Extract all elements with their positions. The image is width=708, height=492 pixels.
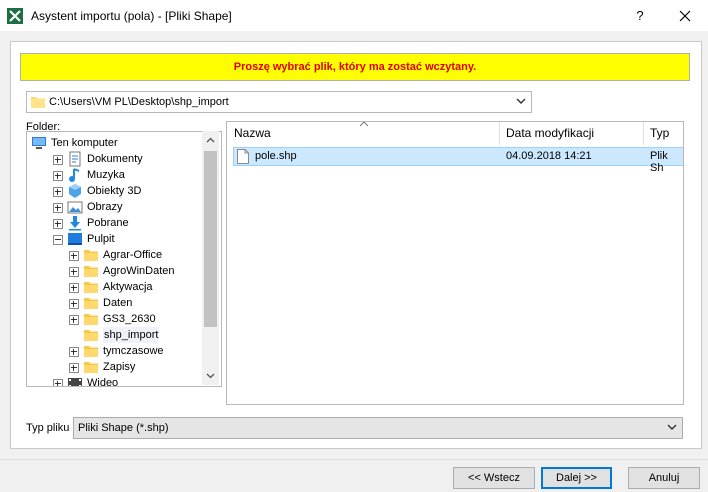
title-bar: Asystent importu (pola) - [Pliki Shape] …: [0, 0, 708, 31]
tree-item-label: AgroWinDaten: [103, 265, 175, 277]
tree-item[interactable]: Wideo: [27, 375, 207, 387]
filetype-dropdown[interactable]: Pliki Shape (*.shp): [73, 417, 683, 439]
folder-icon: [83, 279, 99, 295]
video-icon: [67, 375, 83, 386]
tree-scrollbar[interactable]: [202, 131, 219, 385]
tree-item[interactable]: Muzyka: [27, 167, 207, 183]
tree-item-label: Agrar-Office: [103, 249, 163, 261]
folder-icon: [83, 247, 99, 263]
folder-icon: [31, 97, 45, 108]
objects3d-icon: [67, 183, 83, 199]
expand-icon[interactable]: [69, 299, 79, 309]
scroll-down-icon[interactable]: [206, 371, 215, 380]
window-title: Asystent importu (pola) - [Pliki Shape]: [31, 9, 232, 23]
expand-icon[interactable]: [53, 203, 63, 213]
folder-tree[interactable]: Ten komputer Dokumenty Muzyka Obiekty 3D Obr…: [26, 131, 222, 387]
tree-item-label: Obiekty 3D: [87, 185, 142, 197]
pictures-icon: [67, 199, 83, 215]
chevron-down-icon: [667, 424, 677, 430]
tree-item-label: GS3_2630: [103, 313, 156, 325]
column-header-modified[interactable]: Data modyfikacji: [506, 122, 594, 145]
tree-item[interactable]: Aktywacja: [27, 279, 207, 295]
expand-icon[interactable]: [69, 363, 79, 373]
column-divider[interactable]: [643, 122, 644, 145]
expand-icon[interactable]: [53, 187, 63, 197]
filetype-value: Pliki Shape (*.shp): [78, 422, 169, 434]
column-header-name[interactable]: Nazwa: [234, 122, 271, 145]
folder-icon: [83, 295, 99, 311]
documents-icon: [67, 151, 83, 167]
tree-item[interactable]: Dokumenty: [27, 151, 207, 167]
file-icon: [237, 149, 249, 164]
tree-item-label: Obrazy: [87, 201, 123, 213]
tree-item-label: Pobrane: [87, 217, 129, 229]
folder-icon: [83, 263, 99, 279]
filetype-label: Typ pliku: [26, 422, 70, 434]
footer-divider: [0, 459, 708, 460]
tree-item[interactable]: Daten: [27, 295, 207, 311]
expand-icon[interactable]: [69, 347, 79, 357]
expand-icon[interactable]: [69, 315, 79, 325]
expand-icon[interactable]: [53, 219, 63, 229]
tree-item[interactable]: AgroWinDaten: [27, 263, 207, 279]
file-list[interactable]: Nazwa Data modyfikacji Typ pole.shp 04.0…: [226, 121, 684, 405]
scroll-up-icon[interactable]: [206, 136, 215, 145]
tree-item[interactable]: shp_import: [27, 327, 207, 343]
tree-item[interactable]: Pobrane: [27, 215, 207, 231]
tree-item[interactable]: tymczasowe: [27, 343, 207, 359]
expand-icon[interactable]: [53, 171, 63, 181]
tree-item[interactable]: Pulpit: [27, 231, 207, 247]
chevron-down-icon: [516, 98, 526, 104]
expand-icon[interactable]: [69, 267, 79, 277]
folder-icon: [83, 359, 99, 375]
instruction-banner: Proszę wybrać plik, który ma zostać wczy…: [20, 53, 690, 81]
folder-icon: [83, 343, 99, 359]
back-button[interactable]: << Wstecz: [453, 467, 535, 489]
column-header-type[interactable]: Typ: [650, 122, 669, 145]
file-type: Plik Sh: [650, 150, 668, 174]
path-value: C:\Users\VM PL\Desktop\shp_import: [49, 96, 229, 108]
expand-icon[interactable]: [53, 379, 63, 386]
file-row[interactable]: pole.shp 04.09.2018 14:21 Plik Sh: [233, 147, 683, 174]
collapse-icon[interactable]: [53, 235, 63, 245]
close-icon: [679, 10, 691, 22]
expand-icon[interactable]: [69, 283, 79, 293]
tree-item-label: Zapisy: [103, 361, 136, 373]
file-modified: 04.09.2018 14:21: [506, 150, 592, 162]
cancel-button[interactable]: Anuluj: [628, 467, 700, 489]
expand-icon[interactable]: [53, 155, 63, 165]
tree-item-label: Ten komputer: [51, 137, 118, 149]
computer-icon: [31, 135, 47, 151]
folder-icon: [83, 327, 99, 343]
next-button[interactable]: Dalej >>: [541, 467, 612, 489]
tree-item-label: Daten: [103, 297, 133, 309]
tree-item[interactable]: Agrar-Office: [27, 247, 207, 263]
help-button[interactable]: ?: [626, 5, 654, 27]
tree-item-label: tymczasowe: [103, 345, 164, 357]
close-button[interactable]: [670, 5, 700, 27]
tree-item[interactable]: GS3_2630: [27, 311, 207, 327]
column-divider[interactable]: [499, 122, 500, 145]
folder-icon: [83, 311, 99, 327]
expand-icon[interactable]: [69, 251, 79, 261]
path-dropdown[interactable]: C:\Users\VM PL\Desktop\shp_import: [26, 91, 532, 113]
tree-item[interactable]: Obiekty 3D: [27, 183, 207, 199]
tree-item-label: Muzyka: [87, 169, 125, 181]
tree-item-label: Wideo: [87, 377, 119, 387]
tree-item-label: shp_import: [103, 327, 160, 343]
scroll-thumb[interactable]: [204, 151, 217, 327]
file-name: pole.shp: [255, 150, 297, 162]
tree-item-label: Aktywacja: [103, 281, 153, 293]
tree-item[interactable]: Obrazy: [27, 199, 207, 215]
app-icon: [7, 8, 23, 24]
desktop-icon: [67, 231, 83, 247]
tree-item[interactable]: Zapisy: [27, 359, 207, 375]
tree-item[interactable]: Ten komputer: [27, 135, 207, 151]
tree-item-label: Pulpit: [87, 233, 115, 245]
tree-item-label: Dokumenty: [87, 153, 143, 165]
music-icon: [67, 167, 83, 183]
downloads-icon: [67, 215, 83, 231]
sort-ascending-icon: [359, 122, 369, 127]
